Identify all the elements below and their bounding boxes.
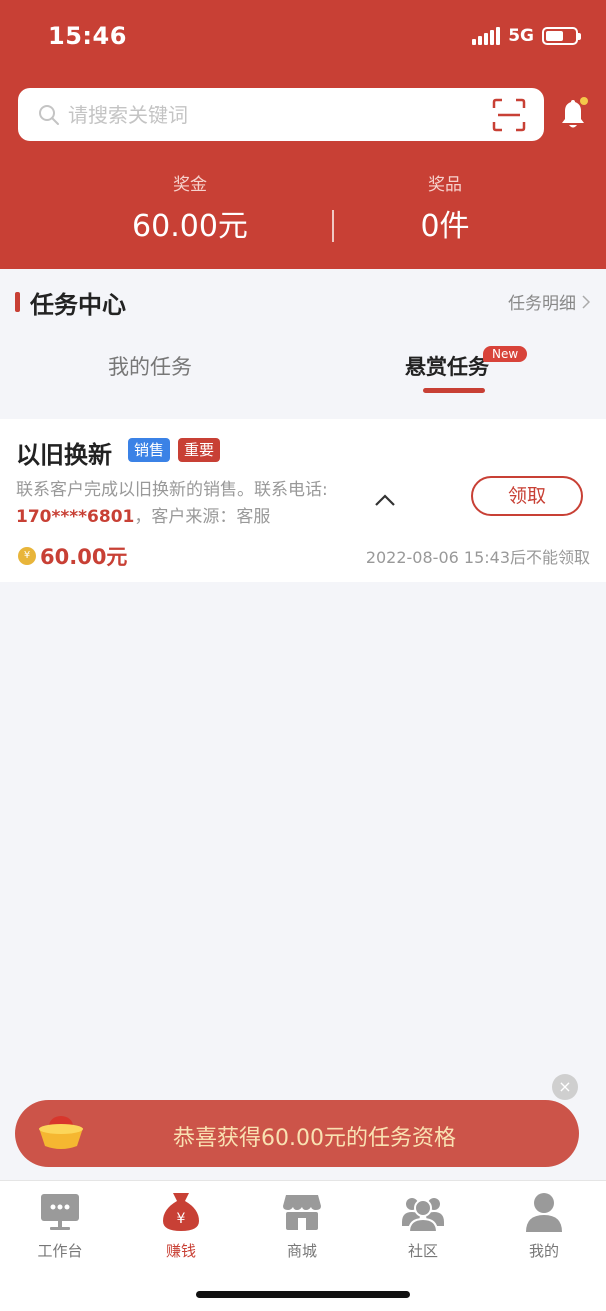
bell-icon[interactable] (558, 97, 588, 131)
tabbar-label: 工作台 (37, 1242, 83, 1260)
toast-banner[interactable]: 恭喜获得60.00元的任务资格 (15, 1100, 579, 1167)
home-indicator (196, 1291, 410, 1298)
tabbar-item-earn[interactable]: ¥ 赚钱 (141, 1191, 221, 1261)
contact-phone[interactable]: 170****6801 (16, 507, 134, 527)
search-input[interactable] (68, 100, 468, 130)
tab-reward-tasks[interactable]: 悬赏任务 (405, 351, 489, 381)
claim-deadline: 2022-08-06 15:43后不能领取 (365, 548, 590, 567)
money-bag-icon: ¥ (163, 1193, 199, 1231)
active-tab-indicator (423, 388, 485, 393)
coin-icon: ¥ (18, 547, 36, 565)
tabbar-item-community[interactable]: 社区 (383, 1191, 463, 1261)
bonus-label: 奖金 (173, 175, 207, 195)
prize-stat[interactable]: 奖品 0件 (345, 170, 545, 245)
tabbar-label: 赚钱 (165, 1242, 196, 1260)
network-label: 5G (508, 26, 534, 46)
tabbar-item-workbench[interactable]: 工作台 (20, 1191, 100, 1261)
task-detail-link[interactable]: 任务明细 (508, 289, 590, 314)
tabbar-item-shop[interactable]: 商城 (262, 1191, 342, 1261)
desc-suffix: ，客户来源：客服 (134, 507, 271, 527)
toast-text: 恭喜获得60.00元的任务资格 (173, 1126, 456, 1151)
section-accent-bar (15, 292, 20, 312)
scan-icon[interactable] (492, 98, 526, 132)
signal-icon (472, 27, 501, 45)
stats-panel: 奖金 60.00元 奖品 0件 (0, 170, 606, 250)
new-badge: New (483, 346, 528, 362)
svg-text:¥: ¥ (177, 1211, 186, 1227)
desc-prefix: 联系客户完成以旧换新的销售。联系电话: (16, 480, 328, 500)
gold-ingot-icon (39, 1116, 83, 1149)
task-detail-label: 任务明细 (508, 294, 576, 314)
prize-label: 奖品 (428, 175, 462, 195)
battery-icon (542, 27, 581, 45)
claim-button[interactable]: 领取 (471, 476, 583, 516)
tag-important: 重要 (178, 438, 221, 462)
header: 15:46 5G 奖金 60.00元 奖品 0件 (0, 0, 606, 269)
task-card[interactable]: 以旧换新 销售 重要 联系客户完成以旧换新的销售。联系电话: 170****68… (0, 419, 606, 582)
chevron-right-icon (582, 294, 590, 309)
section-title: 任务中心 (30, 291, 126, 319)
tabbar-label: 我的 (528, 1242, 559, 1260)
tabbar-item-profile[interactable]: 我的 (504, 1191, 584, 1261)
profile-icon (526, 1193, 562, 1232)
search-bar[interactable] (18, 88, 544, 141)
tab-my-tasks[interactable]: 我的任务 (108, 351, 192, 381)
workbench-icon (41, 1194, 79, 1230)
task-center-section: 任务中心 任务明细 我的任务 悬赏任务 New (0, 269, 606, 419)
bonus-value: 60.00元 (132, 209, 248, 244)
bonus-stat[interactable]: 奖金 60.00元 (90, 170, 290, 245)
reward-amount: 60.00元 (40, 545, 128, 569)
task-title: 以旧换新 (16, 441, 112, 469)
search-icon (39, 105, 59, 125)
prize-value: 0件 (420, 209, 470, 244)
toast-close-icon[interactable]: × (552, 1074, 578, 1100)
task-description: 联系客户完成以旧换新的销售。联系电话: 170****6801，客户来源：客服 (16, 477, 366, 531)
community-icon (402, 1198, 444, 1232)
status-bar-right: 5G (472, 26, 581, 46)
tabbar-label: 商城 (286, 1242, 317, 1260)
stats-divider (332, 210, 334, 242)
shop-icon (283, 1195, 321, 1230)
chevron-up-icon[interactable] (374, 493, 396, 507)
tag-sales: 销售 (128, 438, 171, 462)
reward: ¥ 60.00元 (18, 541, 127, 571)
tabbar-label: 社区 (407, 1242, 438, 1260)
status-time: 15:46 (48, 22, 127, 50)
